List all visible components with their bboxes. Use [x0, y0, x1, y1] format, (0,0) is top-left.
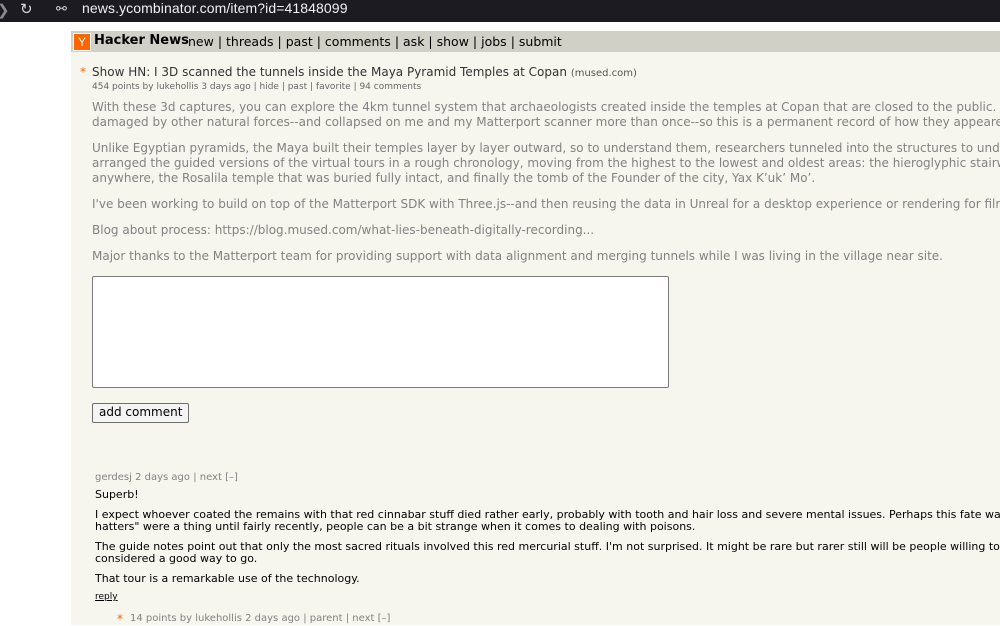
site-settings-icon[interactable]: ⚯ — [56, 1, 67, 17]
y-logo-icon[interactable]: Y — [73, 33, 91, 51]
comment-header[interactable]: gerdesj 2 days ago | next [–] — [95, 472, 238, 483]
back-arrow-icon[interactable]: ❯ — [0, 1, 10, 19]
comment-paragraph: That tour is a remarkable use of the tec… — [95, 572, 360, 585]
add-comment-button[interactable]: add comment — [92, 403, 190, 423]
nav-comments[interactable]: comments — [325, 34, 391, 49]
nav-separator: | — [510, 34, 515, 49]
comment-textarea[interactable] — [92, 276, 669, 388]
hn-page: Y Hacker News new | threads | past | com… — [71, 31, 1000, 626]
story-paragraph-1: With these 3d captures, you can explore … — [92, 100, 1000, 129]
story-subtext: 454 points by lukehollis 3 days ago | hi… — [92, 82, 422, 92]
nav-links: new | threads | past | comments | ask | … — [188, 34, 562, 49]
nav-threads[interactable]: threads — [226, 34, 274, 49]
nav-submit[interactable]: submit — [519, 34, 562, 49]
comment-paragraph: The guide notes point out that only the … — [95, 540, 1000, 565]
comment-paragraph: I expect whoever coated the remains with… — [95, 508, 1000, 533]
story-paragraph-3: I've been working to build on top of the… — [92, 197, 1000, 211]
reload-icon[interactable]: ↻ — [20, 0, 33, 18]
story-site-link[interactable]: (mused.com) — [571, 68, 637, 79]
nav-new[interactable]: new — [188, 34, 214, 49]
nav-ask[interactable]: ask — [403, 34, 424, 49]
nav-separator: | — [217, 34, 223, 49]
site-name-link[interactable]: Hacker News — [94, 33, 189, 48]
nav-separator: | — [394, 34, 400, 49]
nav-separator: | — [316, 34, 321, 49]
comment-header[interactable]: 14 points by lukehollis 2 days ago | par… — [130, 613, 390, 624]
address-bar[interactable]: news.ycombinator.com/item?id=41848099 — [82, 0, 348, 16]
browser-toolbar: ❯ ↻ ⚯ news.ycombinator.com/item?id=41848… — [0, 0, 1000, 22]
nav-jobs[interactable]: jobs — [481, 34, 507, 49]
nav-separator: | — [277, 34, 282, 49]
upvote-icon[interactable]: * — [80, 65, 86, 79]
comment-body: Superb! I expect whoever coated the rema… — [95, 489, 1000, 593]
nav-past[interactable]: past — [286, 34, 313, 49]
comment-paragraph: Superb! — [95, 488, 139, 501]
nav-separator: | — [428, 34, 433, 49]
upvote-icon[interactable]: * — [117, 612, 123, 626]
story-text: With these 3d captures, you can explore … — [92, 100, 1000, 275]
story-title-link[interactable]: Show HN: I 3D scanned the tunnels inside… — [92, 65, 567, 79]
nav-show[interactable]: show — [437, 34, 469, 49]
story-title-line: Show HN: I 3D scanned the tunnels inside… — [92, 65, 637, 79]
reply-link[interactable]: reply — [95, 592, 118, 602]
story-paragraph-2: Unlike Egyptian pyramids, the Maya built… — [92, 141, 1000, 185]
nav-separator: | — [472, 34, 478, 49]
header-bar: Y Hacker News new | threads | past | com… — [71, 31, 1000, 52]
story-paragraph-4: Blog about process: https://blog.mused.c… — [92, 223, 595, 237]
story-paragraph-5: Major thanks to the Matterport team for … — [92, 249, 943, 263]
